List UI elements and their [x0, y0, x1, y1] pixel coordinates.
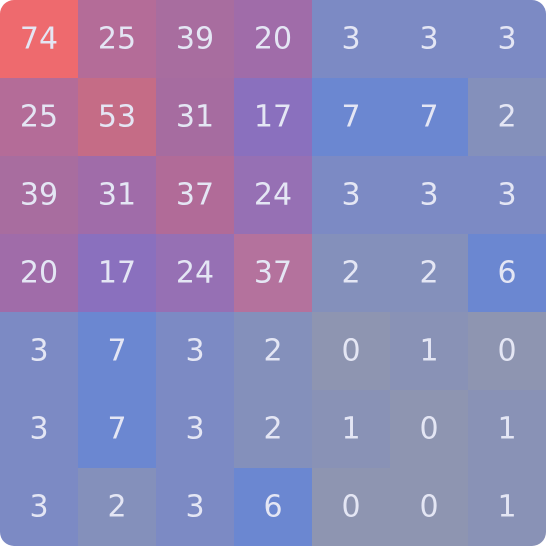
heatmap-value-label: 3 — [185, 490, 204, 525]
heatmap-value-label: 3 — [341, 22, 360, 57]
heatmap-value-label: 2 — [107, 490, 126, 525]
heatmap-value-label: 1 — [497, 412, 516, 447]
heatmap-chart: 74 25 39 20 3 3 325 53 31 17 7 7 239 31 37 24 3 3 320 17 24 3… — [0, 0, 546, 546]
heatmap-value-label: 0 — [341, 334, 360, 369]
heatmap-value-label: 2 — [497, 100, 516, 135]
heatmap-value-label: 3 — [29, 334, 48, 369]
heatmap-value-label: 7 — [107, 412, 126, 447]
heatmap-value-label: 3 — [341, 178, 360, 213]
heatmap-value-label: 31 — [98, 178, 136, 213]
heatmap-value-label: 17 — [98, 256, 136, 291]
heatmap-value-label: 3 — [29, 412, 48, 447]
heatmap-value-label: 24 — [176, 256, 214, 291]
heatmap-value-label: 0 — [497, 334, 516, 369]
heatmap-value-label: 2 — [263, 412, 282, 447]
heatmap-value-label: 6 — [497, 256, 516, 291]
heatmap-value-label: 3 — [29, 490, 48, 525]
heatmap-value-label: 37 — [176, 178, 214, 213]
heatmap-value-label: 25 — [20, 100, 58, 135]
heatmap-value-label: 2 — [341, 256, 360, 291]
heatmap-value-label: 53 — [98, 100, 136, 135]
heatmap-value-label: 24 — [254, 178, 292, 213]
heatmap-value-label: 31 — [176, 100, 214, 135]
heatmap-value-label: 2 — [263, 334, 282, 369]
heatmap-value-label: 7 — [107, 334, 126, 369]
heatmap-value-label: 74 — [20, 22, 58, 57]
heatmap-value-label: 7 — [341, 100, 360, 135]
heatmap-value-label: 0 — [419, 490, 438, 525]
heatmap-value-label: 2 — [419, 256, 438, 291]
heatmap-value-label: 0 — [419, 412, 438, 447]
heatmap-value-label: 37 — [254, 256, 292, 291]
heatmap-value-label: 0 — [341, 490, 360, 525]
heatmap-value-label: 39 — [176, 22, 214, 57]
heatmap-value-label: 3 — [185, 412, 204, 447]
heatmap-value-label: 6 — [263, 490, 282, 525]
heatmap-value-label: 3 — [419, 178, 438, 213]
heatmap-value-label: 25 — [98, 22, 136, 57]
heatmap-value-label: 3 — [497, 178, 516, 213]
heatmap-value-label: 20 — [20, 256, 58, 291]
heatmap-value-label: 17 — [254, 100, 292, 135]
heatmap-value-label: 1 — [341, 412, 360, 447]
heatmap-value-label: 3 — [497, 22, 516, 57]
heatmap-value-label: 20 — [254, 22, 292, 57]
heatmap-value-label: 1 — [419, 334, 438, 369]
heatmap-value-label: 3 — [419, 22, 438, 57]
heatmap-stage: 74 25 39 20 3 3 3 25 53 31 17 7 7 2 39 31 37 24 3 3 3 20 17 24 3… — [0, 0, 546, 546]
heatmap-value-label: 1 — [497, 490, 516, 525]
heatmap-value-label: 7 — [419, 100, 438, 135]
heatmap-value-label: 3 — [185, 334, 204, 369]
heatmap-value-label: 39 — [20, 178, 58, 213]
